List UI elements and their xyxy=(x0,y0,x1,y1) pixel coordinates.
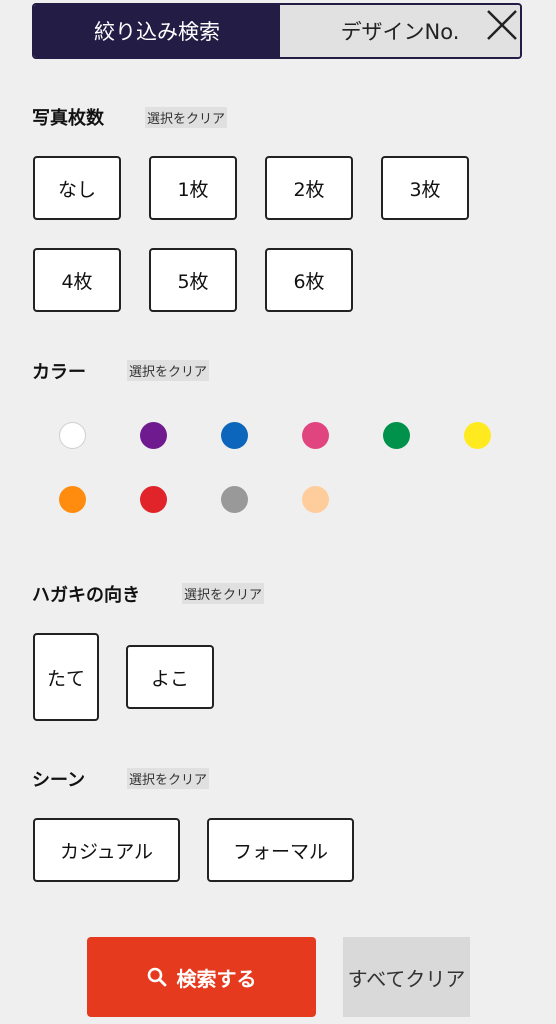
color-swatch[interactable] xyxy=(59,486,86,513)
orientation-title: ハガキの向き xyxy=(32,585,140,606)
photo-option-4[interactable]: 4枚 xyxy=(33,248,121,312)
tab-filter-search[interactable]: 絞り込み検索 xyxy=(34,5,280,57)
close-icon xyxy=(487,10,517,40)
photo-option-3[interactable]: 3枚 xyxy=(381,156,469,220)
photo-option-1[interactable]: 1枚 xyxy=(149,156,237,220)
color-swatch[interactable] xyxy=(464,422,491,449)
color-swatch[interactable] xyxy=(302,486,329,513)
tab-bar: 絞り込み検索 デザインNo. xyxy=(32,3,522,59)
scene-title: シーン xyxy=(32,770,86,791)
close-button[interactable] xyxy=(482,5,520,47)
orientation-option-portrait[interactable]: たて xyxy=(33,633,99,721)
color-swatch[interactable] xyxy=(140,422,167,449)
scene-clear-link[interactable]: 選択をクリア xyxy=(127,768,210,789)
color-swatch[interactable] xyxy=(221,486,248,513)
color-clear-link[interactable]: 選択をクリア xyxy=(127,360,210,381)
photo-option-6[interactable]: 6枚 xyxy=(265,248,353,312)
photo-option-5[interactable]: 5枚 xyxy=(149,248,237,312)
photo-count-title: 写真枚数 xyxy=(32,108,104,129)
color-swatch[interactable] xyxy=(59,422,86,449)
photo-option-none[interactable]: なし xyxy=(33,156,121,220)
search-button-label: 検索する xyxy=(176,966,257,991)
scene-option-formal[interactable]: フォーマル xyxy=(207,818,354,882)
orientation-clear-link[interactable]: 選択をクリア xyxy=(182,583,265,604)
photo-count-clear-link[interactable]: 選択をクリア xyxy=(145,107,228,128)
color-swatch[interactable] xyxy=(383,422,410,449)
search-button[interactable]: 検索する xyxy=(87,937,316,1017)
clear-all-button[interactable]: すべてクリア xyxy=(343,937,470,1017)
color-swatch[interactable] xyxy=(221,422,248,449)
color-swatch[interactable] xyxy=(302,422,329,449)
color-title: カラー xyxy=(32,362,86,383)
photo-option-2[interactable]: 2枚 xyxy=(265,156,353,220)
scene-option-casual[interactable]: カジュアル xyxy=(33,818,180,882)
color-swatch[interactable] xyxy=(140,486,167,513)
orientation-option-landscape[interactable]: よこ xyxy=(126,645,214,709)
search-icon xyxy=(147,967,166,987)
